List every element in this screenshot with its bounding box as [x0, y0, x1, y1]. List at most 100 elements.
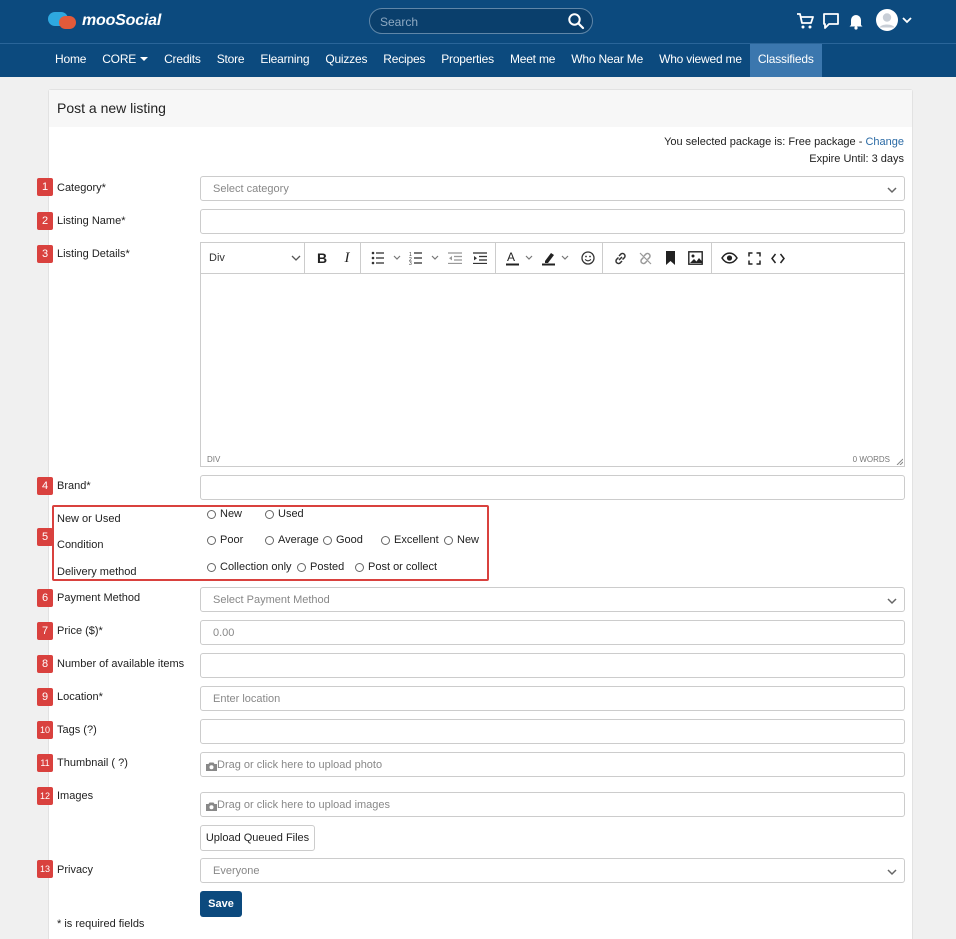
privacy-value: Everyone [213, 865, 260, 877]
price-field[interactable] [200, 620, 905, 645]
save-button[interactable]: Save [200, 891, 242, 917]
marker-11: 11 [37, 754, 53, 772]
text-style-group: B I [305, 243, 361, 273]
category-placeholder: Select category [213, 183, 289, 195]
chevron-down-icon [886, 866, 898, 876]
tags-input[interactable] [201, 720, 904, 743]
listing-name-field[interactable] [200, 209, 905, 234]
nav-item-meet-me[interactable]: Meet me [502, 44, 563, 77]
avatar-menu[interactable] [874, 8, 912, 32]
nav-item-elearning[interactable]: Elearning [252, 44, 317, 77]
images-dropzone[interactable]: Drag or click here to upload images [200, 792, 905, 817]
search-box[interactable] [369, 8, 593, 34]
fullscreen-icon[interactable] [747, 249, 761, 267]
radio-good[interactable]: Good [323, 534, 363, 546]
radio-circle [265, 509, 274, 519]
nav-item-recipes[interactable]: Recipes [375, 44, 433, 77]
nav-item-classifieds[interactable]: Classifieds [749, 44, 822, 77]
radio-poor[interactable]: Poor [207, 534, 243, 546]
nav-item-credits[interactable]: Credits [156, 44, 209, 77]
indent-icon[interactable] [472, 249, 488, 267]
radio-post-or-collect[interactable]: Post or collect [355, 561, 437, 573]
radio-label: Collection only [220, 561, 292, 573]
bookmark-icon[interactable] [663, 249, 677, 267]
chevron-down-icon [901, 17, 912, 24]
brand-field[interactable] [200, 475, 905, 500]
bold-icon[interactable]: B [315, 249, 329, 267]
image-icon[interactable] [687, 249, 703, 267]
listing-name-input[interactable] [201, 210, 904, 233]
radio-excellent[interactable]: Excellent [381, 534, 439, 546]
radio-used[interactable]: Used [265, 508, 304, 520]
editor-content-area[interactable] [201, 274, 904, 454]
location-label: Location* [57, 691, 103, 703]
nav-item-who-viewed-me[interactable]: Who viewed me [651, 44, 750, 77]
page-title: Post a new listing [57, 100, 166, 116]
search-icon[interactable] [567, 12, 585, 30]
nav-item-core[interactable]: CORE [94, 44, 156, 77]
thumbnail-dropzone[interactable]: Drag or click here to upload photo [200, 752, 905, 777]
block-format-select[interactable]: Div [209, 249, 301, 267]
radio-label: Excellent [394, 534, 439, 546]
radio-circle [207, 509, 216, 519]
outdent-icon[interactable] [447, 249, 463, 267]
chevron-down-icon [886, 595, 898, 605]
category-select[interactable]: Select category [200, 176, 905, 201]
radio-circle [381, 535, 390, 545]
italic-icon[interactable]: I [340, 249, 354, 267]
highlight-color-icon[interactable] [542, 249, 572, 267]
resize-handle-icon[interactable] [895, 457, 904, 466]
radio-circle [355, 562, 364, 572]
radio-collection-only[interactable]: Collection only [207, 561, 292, 573]
price-input[interactable] [201, 621, 904, 644]
nav-item-store[interactable]: Store [209, 44, 253, 77]
source-code-icon[interactable] [770, 249, 786, 267]
nav-item-who-near-me[interactable]: Who Near Me [563, 44, 651, 77]
upload-queued-files-button[interactable]: Upload Queued Files [200, 825, 315, 851]
radio-label: Posted [310, 561, 345, 573]
nav-item-quizzes[interactable]: Quizzes [317, 44, 375, 77]
price-label: Price ($)* [57, 625, 103, 637]
marker-4: 4 [37, 477, 53, 495]
brand-input[interactable] [201, 476, 904, 499]
chevron-down-icon [291, 255, 301, 261]
location-input[interactable] [201, 687, 904, 710]
payment-method-label: Payment Method [57, 592, 141, 604]
preview-icon[interactable] [720, 249, 738, 267]
radio-average[interactable]: Average [265, 534, 319, 546]
site-logo[interactable]: mooSocial [48, 10, 161, 32]
numbered-list-icon[interactable]: 123 [409, 249, 443, 267]
unlink-icon[interactable] [636, 249, 654, 267]
text-color-icon[interactable]: A [506, 249, 536, 267]
link-icon[interactable] [611, 249, 629, 267]
images-placeholder: Drag or click here to upload images [217, 799, 391, 811]
marker-10: 10 [37, 721, 53, 739]
available-items-field[interactable] [200, 653, 905, 678]
marker-3: 3 [37, 245, 53, 263]
radio-posted[interactable]: Posted [297, 561, 344, 573]
available-items-input[interactable] [201, 654, 904, 677]
bullet-list-icon[interactable] [371, 249, 405, 267]
list-group: 123 [361, 243, 496, 273]
emoji-icon[interactable] [580, 249, 596, 267]
available-items-label: Number of available items [57, 658, 185, 670]
radio-condition-new[interactable]: New [444, 534, 479, 546]
nav-item-properties[interactable]: Properties [433, 44, 502, 77]
location-field[interactable] [200, 686, 905, 711]
change-package-link[interactable]: Change [865, 136, 904, 148]
nav-item-home[interactable]: Home [47, 44, 94, 77]
privacy-select[interactable]: Everyone [200, 858, 905, 883]
logo-bubbles-icon [48, 10, 78, 32]
bell-icon[interactable] [845, 9, 867, 33]
payment-method-select[interactable]: Select Payment Method [200, 587, 905, 612]
search-input[interactable] [380, 13, 560, 30]
chat-icon[interactable] [820, 9, 842, 33]
tags-field[interactable] [200, 719, 905, 744]
radio-new[interactable]: New [207, 508, 242, 520]
category-label: Category* [57, 182, 106, 194]
marker-1: 1 [37, 178, 53, 196]
editor-toolbar: Div B I 123 A [201, 243, 904, 274]
radio-label: Used [278, 508, 304, 520]
marker-2: 2 [37, 212, 53, 230]
cart-icon[interactable] [794, 9, 816, 33]
